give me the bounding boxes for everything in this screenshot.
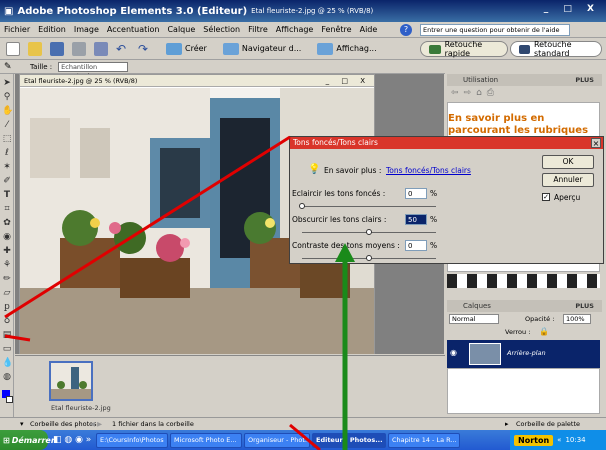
red-line-left: [4, 334, 31, 342]
green-arrow-head: [335, 243, 355, 262]
annotation-arrows: [4, 135, 355, 450]
red-arrow-line: [4, 135, 291, 319]
red-line-bottom: [289, 423, 321, 450]
